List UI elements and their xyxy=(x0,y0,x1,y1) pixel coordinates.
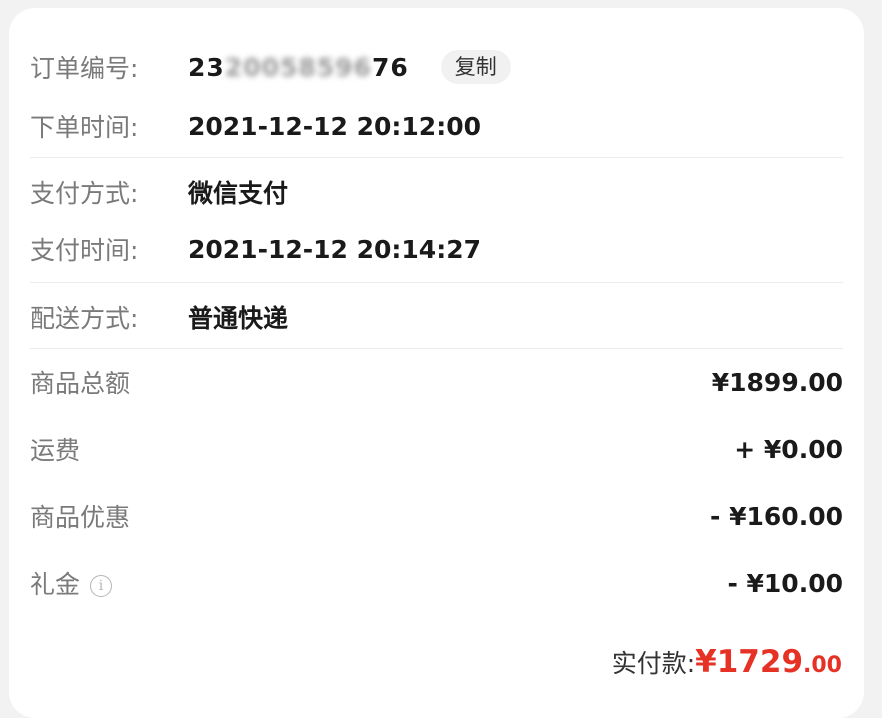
shipping-row: 运费 + ¥0.00 xyxy=(30,429,843,469)
total-row: 实付款: ¥1729.00 xyxy=(612,644,842,680)
payment-time-value: 2021-12-12 20:14:27 xyxy=(188,234,481,264)
payment-time-label: 支付时间: xyxy=(30,236,139,265)
order-time-label: 下单时间: xyxy=(30,113,139,142)
order-detail-card: 订单编号: 232005859676 复制 下单时间: 2021-12-12 2… xyxy=(9,8,864,718)
divider xyxy=(30,157,843,158)
shipping-value: + ¥0.00 xyxy=(734,434,843,464)
total-label: 实付款: xyxy=(611,649,696,678)
info-icon[interactable]: i xyxy=(90,575,113,597)
payment-method-value: 微信支付 xyxy=(188,179,289,208)
subtotal-value: ¥1899.00 xyxy=(711,367,843,397)
discount-value: - ¥160.00 xyxy=(710,501,843,531)
order-number-masked: 20058596 xyxy=(224,52,372,82)
subtotal-row: 商品总额 ¥1899.00 xyxy=(30,362,843,402)
shipping-label: 运费 xyxy=(30,436,81,465)
gift-label-group: 礼金 i xyxy=(30,565,188,601)
total-integer: 1729 xyxy=(716,644,804,680)
gift-row: 礼金 i - ¥10.00 xyxy=(30,563,843,603)
delivery-method-row: 配送方式: 普通快递 xyxy=(30,297,843,337)
discount-label: 商品优惠 xyxy=(30,503,131,532)
delivery-method-label: 配送方式: xyxy=(30,304,139,333)
payment-method-row: 支付方式: 微信支付 xyxy=(30,172,843,212)
gift-value: - ¥10.00 xyxy=(727,568,843,598)
order-time-row: 下单时间: 2021-12-12 20:12:00 xyxy=(30,106,843,146)
discount-row: 商品优惠 - ¥160.00 xyxy=(30,496,843,536)
divider xyxy=(30,348,843,349)
total-currency: ¥ xyxy=(695,644,717,680)
order-number-label: 订单编号: xyxy=(30,54,139,83)
payment-time-row: 支付时间: 2021-12-12 20:14:27 xyxy=(30,229,843,269)
order-time-value: 2021-12-12 20:12:00 xyxy=(188,111,481,141)
order-number-value: 232005859676 xyxy=(188,52,409,82)
total-value: ¥1729.00 xyxy=(695,644,842,680)
divider xyxy=(30,282,843,283)
copy-button[interactable]: 复制 xyxy=(440,50,511,84)
order-number-row: 订单编号: 232005859676 复制 xyxy=(30,47,843,87)
payment-method-label: 支付方式: xyxy=(30,179,139,208)
gift-label: 礼金 xyxy=(30,570,81,599)
subtotal-label: 商品总额 xyxy=(30,369,131,398)
delivery-method-value: 普通快递 xyxy=(188,304,289,333)
total-decimal: .00 xyxy=(803,653,842,678)
